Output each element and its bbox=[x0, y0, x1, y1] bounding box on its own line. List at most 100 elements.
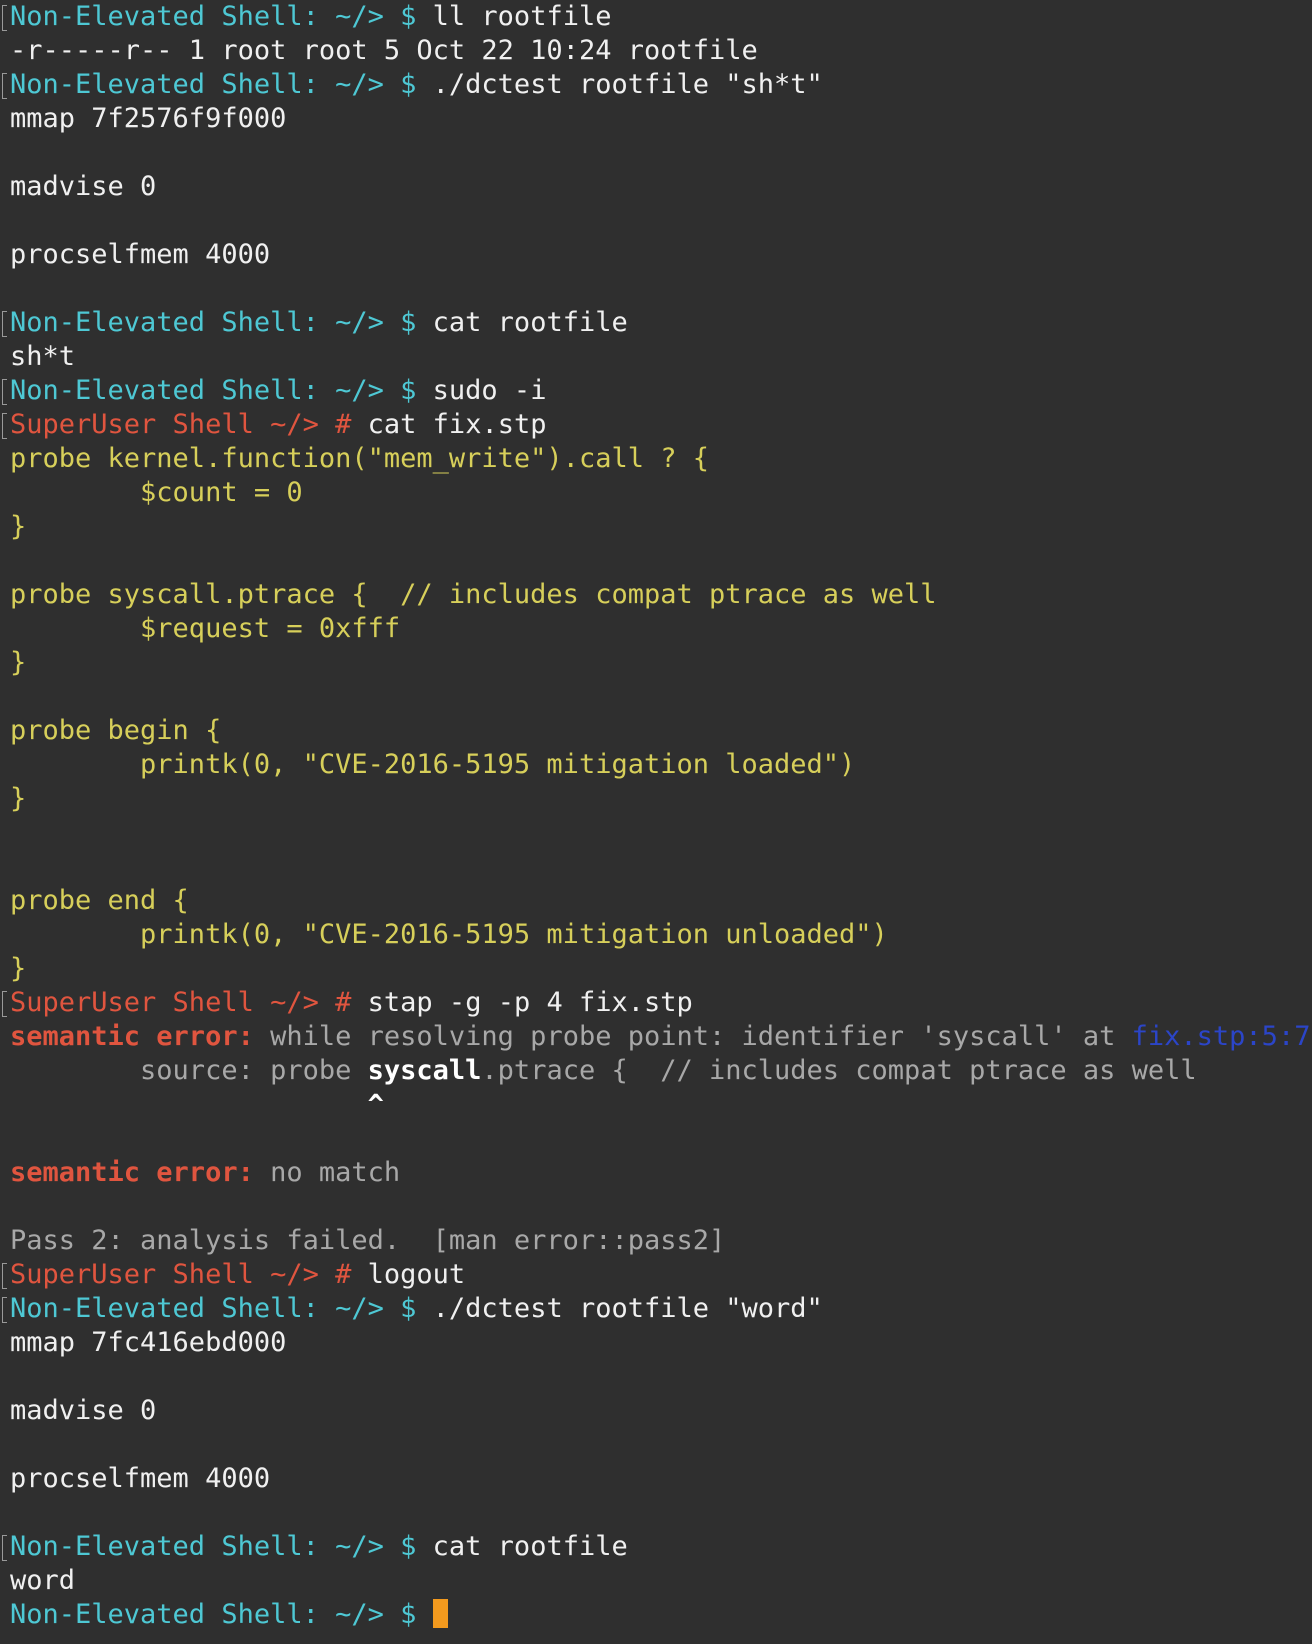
script-code-text: probe syscall.ptrace { // includes compa… bbox=[10, 579, 937, 610]
terminal-line: probe kernel.function("mem_write").call … bbox=[10, 442, 1312, 476]
root-prompt: SuperUser Shell ~/> bbox=[10, 987, 319, 1018]
root-prompt-symbol: # bbox=[335, 1259, 352, 1290]
root-prompt: SuperUser Shell ~/> bbox=[10, 1259, 319, 1290]
output-text: mmap 7fc416ebd000 bbox=[10, 1327, 287, 1358]
terminal-line: SuperUser Shell ~/> # cat fix.stp bbox=[2, 408, 1312, 442]
user-prompt: Non-Elevated Shell: ~/> $ bbox=[10, 1531, 417, 1562]
source-highlight: syscall bbox=[367, 1055, 482, 1086]
command-text: cat fix.stp bbox=[367, 409, 547, 440]
caret-padding bbox=[10, 1089, 368, 1120]
terminal-cursor[interactable] bbox=[432, 1599, 448, 1628]
script-code-text: printk(0, "CVE-2016-5195 mitigation unlo… bbox=[10, 919, 888, 950]
user-prompt: Non-Elevated Shell: ~/> $ bbox=[10, 1599, 417, 1630]
command-text: stap -g -p 4 fix.stp bbox=[367, 987, 693, 1018]
error-label: semantic error: bbox=[10, 1157, 254, 1188]
terminal-line: printk(0, "CVE-2016-5195 mitigation load… bbox=[10, 748, 1312, 782]
error-label: semantic error: bbox=[10, 1021, 254, 1052]
command-text: cat rootfile bbox=[432, 307, 628, 338]
terminal-line: -r-----r-- 1 root root 5 Oct 22 10:24 ro… bbox=[10, 34, 1312, 68]
command-text: ./dctest rootfile "word" bbox=[432, 1293, 823, 1324]
terminal-line: Non-Elevated Shell: ~/> $ ./dctest rootf… bbox=[2, 68, 1312, 102]
source-suffix: .ptrace { // includes compat ptrace as w… bbox=[481, 1055, 1197, 1086]
output-text: madvise 0 bbox=[10, 1395, 157, 1426]
root-prompt-symbol: # bbox=[335, 409, 352, 440]
root-prompt: SuperUser Shell ~/> bbox=[10, 409, 319, 440]
terminal-line: procselfmem 4000 bbox=[10, 1462, 1312, 1496]
script-code-text: } bbox=[10, 647, 27, 678]
terminal-line: } bbox=[10, 782, 1312, 816]
output-text: madvise 0 bbox=[10, 171, 157, 202]
terminal-line: semantic error: no match bbox=[10, 1156, 1312, 1190]
output-text: procselfmem 4000 bbox=[10, 239, 271, 270]
script-code-text: probe begin { bbox=[10, 715, 222, 746]
error-caret: ^ bbox=[367, 1089, 384, 1120]
terminal-line: } bbox=[10, 646, 1312, 680]
output-text: -r-----r-- 1 root root 5 Oct 22 10:24 ro… bbox=[10, 35, 758, 66]
command-text: ./dctest rootfile "sh*t" bbox=[432, 69, 823, 100]
terminal-line: Non-Elevated Shell: ~/> $ bbox=[10, 1598, 1312, 1632]
user-prompt: Non-Elevated Shell: ~/> $ bbox=[10, 375, 417, 406]
terminal-line: sh*t bbox=[10, 340, 1312, 374]
terminal-line: Non-Elevated Shell: ~/> $ ./dctest rootf… bbox=[2, 1292, 1312, 1326]
terminal-line: printk(0, "CVE-2016-5195 mitigation unlo… bbox=[10, 918, 1312, 952]
script-code-text: $count = 0 bbox=[10, 477, 303, 508]
terminal-line: Non-Elevated Shell: ~/> $ cat rootfile bbox=[2, 306, 1312, 340]
terminal-line: mmap 7fc416ebd000 bbox=[10, 1326, 1312, 1360]
terminal-line: SuperUser Shell ~/> # logout bbox=[2, 1258, 1312, 1292]
terminal-line: semantic error: while resolving probe po… bbox=[10, 1020, 1312, 1054]
source-prefix: source: probe bbox=[10, 1055, 368, 1086]
terminal-line: probe end { bbox=[10, 884, 1312, 918]
error-message: no match bbox=[253, 1157, 401, 1188]
terminal-line: madvise 0 bbox=[10, 170, 1312, 204]
terminal-line: Non-Elevated Shell: ~/> $ ll rootfile bbox=[2, 0, 1312, 34]
user-prompt: Non-Elevated Shell: ~/> $ bbox=[10, 69, 417, 100]
terminal-line: Non-Elevated Shell: ~/> $ cat rootfile bbox=[2, 1530, 1312, 1564]
command-text: sudo -i bbox=[432, 375, 547, 406]
user-prompt: Non-Elevated Shell: ~/> $ bbox=[10, 307, 417, 338]
user-prompt: Non-Elevated Shell: ~/> $ bbox=[10, 1, 417, 32]
terminal-line: SuperUser Shell ~/> # stap -g -p 4 fix.s… bbox=[2, 986, 1312, 1020]
terminal-line: probe begin { bbox=[10, 714, 1312, 748]
script-code-text: $request = 0xfff bbox=[10, 613, 401, 644]
terminal-line: word bbox=[10, 1564, 1312, 1598]
terminal-window[interactable]: Non-Elevated Shell: ~/> $ ll rootfile -r-… bbox=[0, 0, 1312, 1644]
output-text: mmap 7f2576f9f000 bbox=[10, 103, 287, 134]
script-code-text: } bbox=[10, 953, 27, 984]
command-text: cat rootfile bbox=[432, 1531, 628, 1562]
script-code-text: probe end { bbox=[10, 885, 189, 916]
script-code-text: } bbox=[10, 783, 27, 814]
terminal-line: Pass 2: analysis failed. [man error::pas… bbox=[10, 1224, 1312, 1258]
root-prompt-symbol: # bbox=[335, 987, 352, 1018]
script-code-text: } bbox=[10, 511, 27, 542]
terminal-line: madvise 0 bbox=[10, 1394, 1312, 1428]
terminal-line: } bbox=[10, 952, 1312, 986]
terminal-line: ^ bbox=[10, 1088, 1312, 1122]
terminal-line: procselfmem 4000 bbox=[10, 238, 1312, 272]
script-code-text: printk(0, "CVE-2016-5195 mitigation load… bbox=[10, 749, 856, 780]
output-text: word bbox=[10, 1565, 76, 1596]
terminal-line: probe syscall.ptrace { // includes compa… bbox=[10, 578, 1312, 612]
error-message: while resolving probe point: identifier … bbox=[253, 1021, 1132, 1052]
output-text: procselfmem 4000 bbox=[10, 1463, 271, 1494]
terminal-line: $count = 0 bbox=[10, 476, 1312, 510]
terminal-line: Non-Elevated Shell: ~/> $ sudo -i bbox=[2, 374, 1312, 408]
source-location-link[interactable]: fix.stp:5:7 bbox=[1132, 1021, 1311, 1052]
terminal-line: mmap 7f2576f9f000 bbox=[10, 102, 1312, 136]
command-text: logout bbox=[367, 1259, 466, 1290]
terminal-line: } bbox=[10, 510, 1312, 544]
command-text: ll rootfile bbox=[432, 1, 612, 32]
status-text: Pass 2: analysis failed. [man error::pas… bbox=[10, 1225, 726, 1256]
user-prompt: Non-Elevated Shell: ~/> $ bbox=[10, 1293, 417, 1324]
